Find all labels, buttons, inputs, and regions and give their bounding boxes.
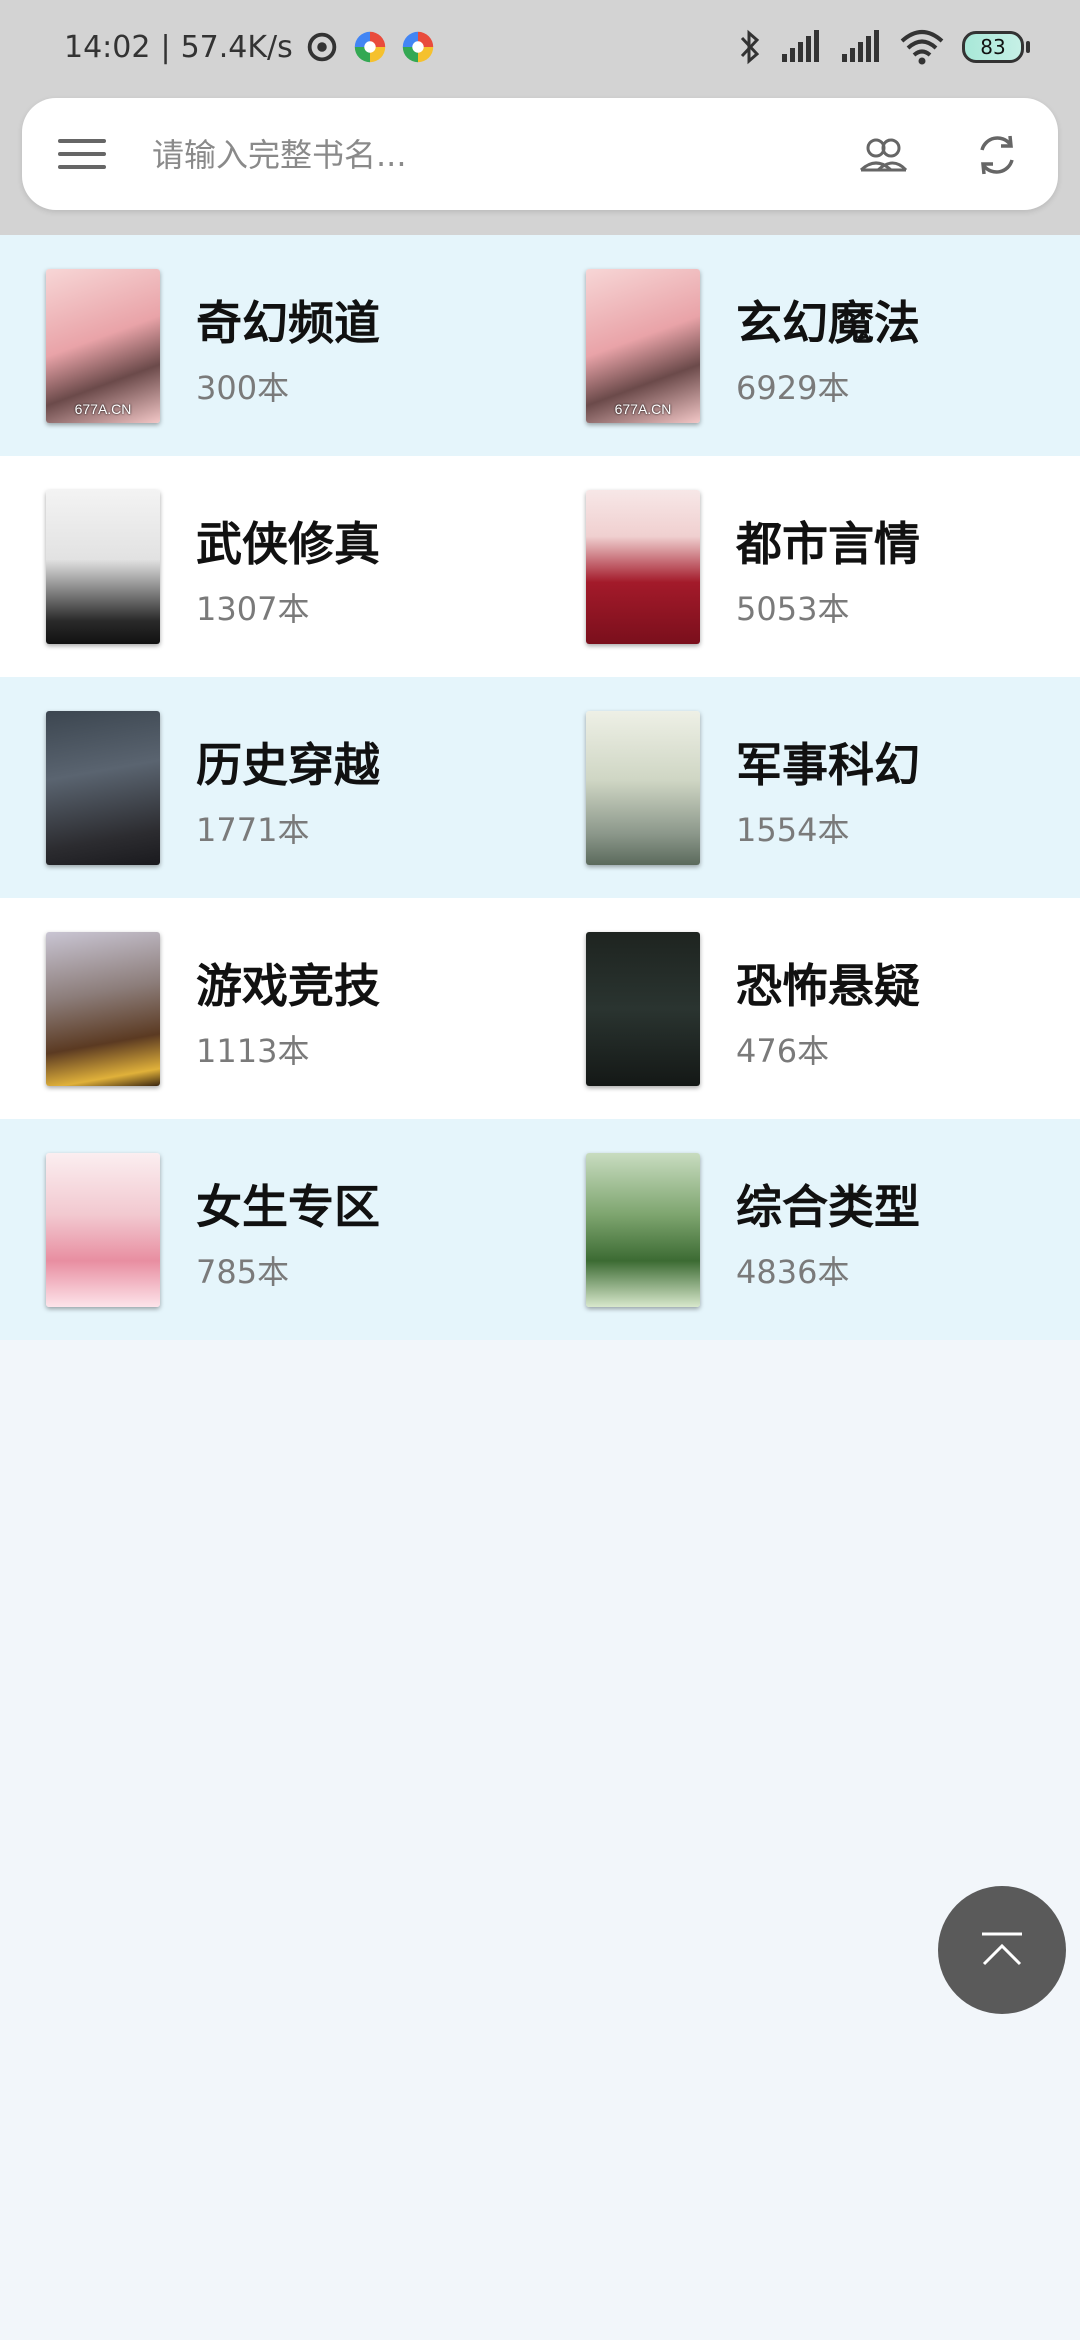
book-cover (586, 490, 700, 644)
battery-level: 83 (980, 35, 1006, 59)
category-row: 武侠修真 1307本 都市言情 5053本 (0, 456, 1080, 677)
category-item[interactable]: 女生专区 785本 (0, 1119, 540, 1340)
menu-icon-line (58, 152, 106, 156)
category-item[interactable]: 677A.CN 玄幻魔法 6929本 (540, 235, 1080, 456)
app-notification-icon (307, 32, 337, 62)
category-count: 1771本 (196, 811, 310, 849)
signal-icon-1 (782, 30, 819, 62)
category-title: 武侠修真 (196, 517, 380, 571)
book-cover (46, 932, 160, 1086)
book-cover (586, 1153, 700, 1307)
people-icon[interactable] (856, 128, 910, 182)
book-cover (46, 711, 160, 865)
category-count: 300本 (196, 369, 290, 407)
category-title: 女生专区 (196, 1180, 380, 1234)
status-bar: 14:02 | 57.4K/s 83 请输入完整书名... (0, 0, 1080, 235)
category-title: 游戏竞技 (196, 959, 380, 1013)
browser-notification-icon-2 (402, 31, 433, 63)
category-item[interactable]: 恐怖悬疑 476本 (540, 898, 1080, 1119)
book-cover: 677A.CN (586, 269, 700, 423)
category-row: 女生专区 785本 综合类型 4836本 (0, 1119, 1080, 1340)
category-item[interactable]: 军事科幻 1554本 (540, 677, 1080, 898)
battery-indicator: 83 (962, 31, 1030, 63)
category-row: 677A.CN 奇幻频道 300本 677A.CN 玄幻魔法 6929本 (0, 235, 1080, 456)
category-count: 1307本 (196, 590, 310, 628)
category-item[interactable]: 677A.CN 奇幻频道 300本 (0, 235, 540, 456)
category-count: 476本 (736, 1032, 830, 1070)
signal-icon-2 (842, 30, 879, 62)
category-item[interactable]: 游戏竞技 1113本 (0, 898, 540, 1119)
status-network-speed: 57.4K/s (180, 29, 293, 65)
wifi-icon (900, 30, 944, 65)
book-cover (586, 932, 700, 1086)
category-title: 玄幻魔法 (736, 296, 920, 350)
category-item[interactable]: 都市言情 5053本 (540, 456, 1080, 677)
category-count: 4836本 (736, 1253, 850, 1291)
category-title: 历史穿越 (196, 738, 380, 792)
book-cover (46, 1153, 160, 1307)
status-right: 83 (738, 22, 1030, 72)
book-cover (46, 490, 160, 644)
category-grid: 677A.CN 奇幻频道 300本 677A.CN 玄幻魔法 6929本 武侠修… (0, 235, 1080, 1340)
status-divider: | (160, 29, 171, 65)
category-item[interactable]: 历史穿越 1771本 (0, 677, 540, 898)
category-count: 5053本 (736, 590, 850, 628)
bluetooth-icon (740, 29, 760, 65)
book-cover (586, 711, 700, 865)
category-title: 恐怖悬疑 (736, 959, 920, 1013)
status-left: 14:02 | 57.4K/s (64, 22, 437, 72)
search-bar (22, 98, 1058, 210)
refresh-icon[interactable] (970, 128, 1024, 182)
menu-button[interactable] (58, 128, 106, 180)
category-row: 游戏竞技 1113本 恐怖悬疑 476本 (0, 898, 1080, 1119)
menu-icon-line (58, 165, 106, 169)
category-item[interactable]: 综合类型 4836本 (540, 1119, 1080, 1340)
back-to-top-button[interactable] (938, 1886, 1066, 2014)
search-input[interactable] (150, 126, 754, 184)
category-row: 历史穿越 1771本 军事科幻 1554本 (0, 677, 1080, 898)
category-title: 都市言情 (736, 517, 920, 571)
category-count: 6929本 (736, 369, 850, 407)
category-count: 1554本 (736, 811, 850, 849)
category-title: 综合类型 (736, 1180, 920, 1234)
status-time: 14:02 (64, 29, 151, 65)
category-title: 奇幻频道 (196, 296, 380, 350)
category-title: 军事科幻 (736, 738, 920, 792)
browser-notification-icon (354, 31, 385, 63)
cover-text: 677A.CN (614, 401, 672, 417)
book-cover: 677A.CN (46, 269, 160, 423)
category-item[interactable]: 武侠修真 1307本 (0, 456, 540, 677)
category-count: 785本 (196, 1253, 290, 1291)
category-count: 1113本 (196, 1032, 310, 1070)
menu-icon-line (58, 139, 106, 143)
cover-text: 677A.CN (74, 401, 132, 417)
arrow-up-icon (982, 1932, 1022, 1966)
